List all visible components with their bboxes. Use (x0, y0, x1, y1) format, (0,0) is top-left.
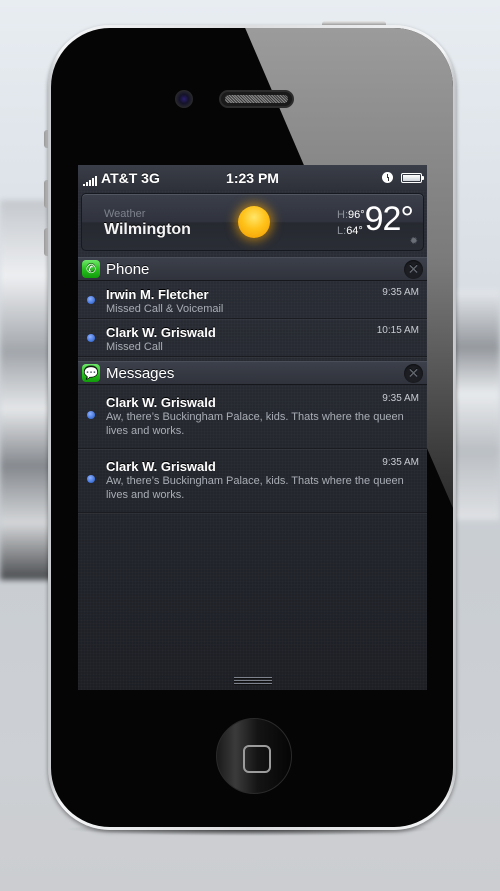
signal-strength-icon (83, 175, 97, 186)
notification-detail: Missed Call (106, 341, 163, 353)
unread-dot-icon (87, 475, 95, 483)
notification-detail: Aw, there’s Buckingham Palace, kids. Tha… (106, 475, 404, 501)
earpiece-speaker (219, 90, 294, 108)
notification-sender: Irwin M. Fletcher (106, 287, 209, 302)
phone-body: AT&T 3G 1:23 PM Weather Wilmington H:96°… (51, 28, 453, 827)
notification-item[interactable]: Clark W. Griswald Aw, there’s Buckingham… (78, 449, 427, 513)
alarm-clock-icon (382, 172, 393, 183)
weather-low: L:64° (337, 225, 363, 237)
notification-sender: Clark W. Griswald (106, 325, 216, 340)
messages-icon: 💬 (82, 364, 100, 382)
gear-icon[interactable]: ✹ (410, 236, 418, 247)
section-header-messages[interactable]: 💬 Messages ✕ (78, 361, 427, 385)
home-button[interactable] (216, 718, 292, 794)
notification-detail: Missed Call & Voicemail (106, 303, 224, 315)
notification-time: 9:35 AM (382, 457, 419, 468)
notification-item[interactable]: Irwin M. Fletcher Missed Call & Voicemai… (78, 281, 427, 319)
section-header-phone[interactable]: ✆ Phone ✕ (78, 257, 427, 281)
weather-widget[interactable]: Weather Wilmington H:96° L:64° 92° ✹ (81, 193, 424, 251)
notification-item[interactable]: Clark W. Griswald Aw, there’s Buckingham… (78, 385, 427, 449)
clear-phone-button[interactable]: ✕ (404, 260, 423, 279)
weather-app-label: Weather (104, 208, 146, 220)
notification-sender: Clark W. Griswald (106, 395, 216, 410)
notification-center: AT&T 3G 1:23 PM Weather Wilmington H:96°… (78, 165, 427, 690)
phone-frame: AT&T 3G 1:23 PM Weather Wilmington H:96°… (48, 25, 456, 830)
weather-high: H:96° (337, 209, 365, 221)
notification-detail: Aw, there’s Buckingham Palace, kids. Tha… (106, 411, 404, 437)
notification-item[interactable]: Clark W. Griswald Missed Call 10:15 AM (78, 319, 427, 357)
notification-sender: Clark W. Griswald (106, 459, 216, 474)
notification-time: 9:35 AM (382, 287, 419, 298)
unread-dot-icon (87, 295, 95, 304)
pull-handle[interactable] (233, 675, 272, 684)
notification-time: 10:15 AM (376, 325, 419, 336)
unread-dot-icon (87, 411, 95, 419)
clear-messages-button[interactable]: ✕ (404, 364, 423, 383)
front-camera (175, 90, 193, 108)
section-title: Messages (106, 364, 175, 382)
weather-city: Wilmington (104, 221, 191, 238)
weather-current-temp: 92° (364, 200, 414, 238)
carrier-label: AT&T 3G (101, 169, 160, 186)
notification-time: 9:35 AM (382, 393, 419, 404)
sun-icon (238, 206, 270, 238)
battery-icon (401, 172, 424, 183)
unread-dot-icon (87, 333, 95, 342)
status-bar: AT&T 3G 1:23 PM (78, 165, 427, 190)
battery-fill (403, 174, 420, 181)
section-title: Phone (106, 260, 150, 278)
phone-icon: ✆ (82, 260, 100, 278)
